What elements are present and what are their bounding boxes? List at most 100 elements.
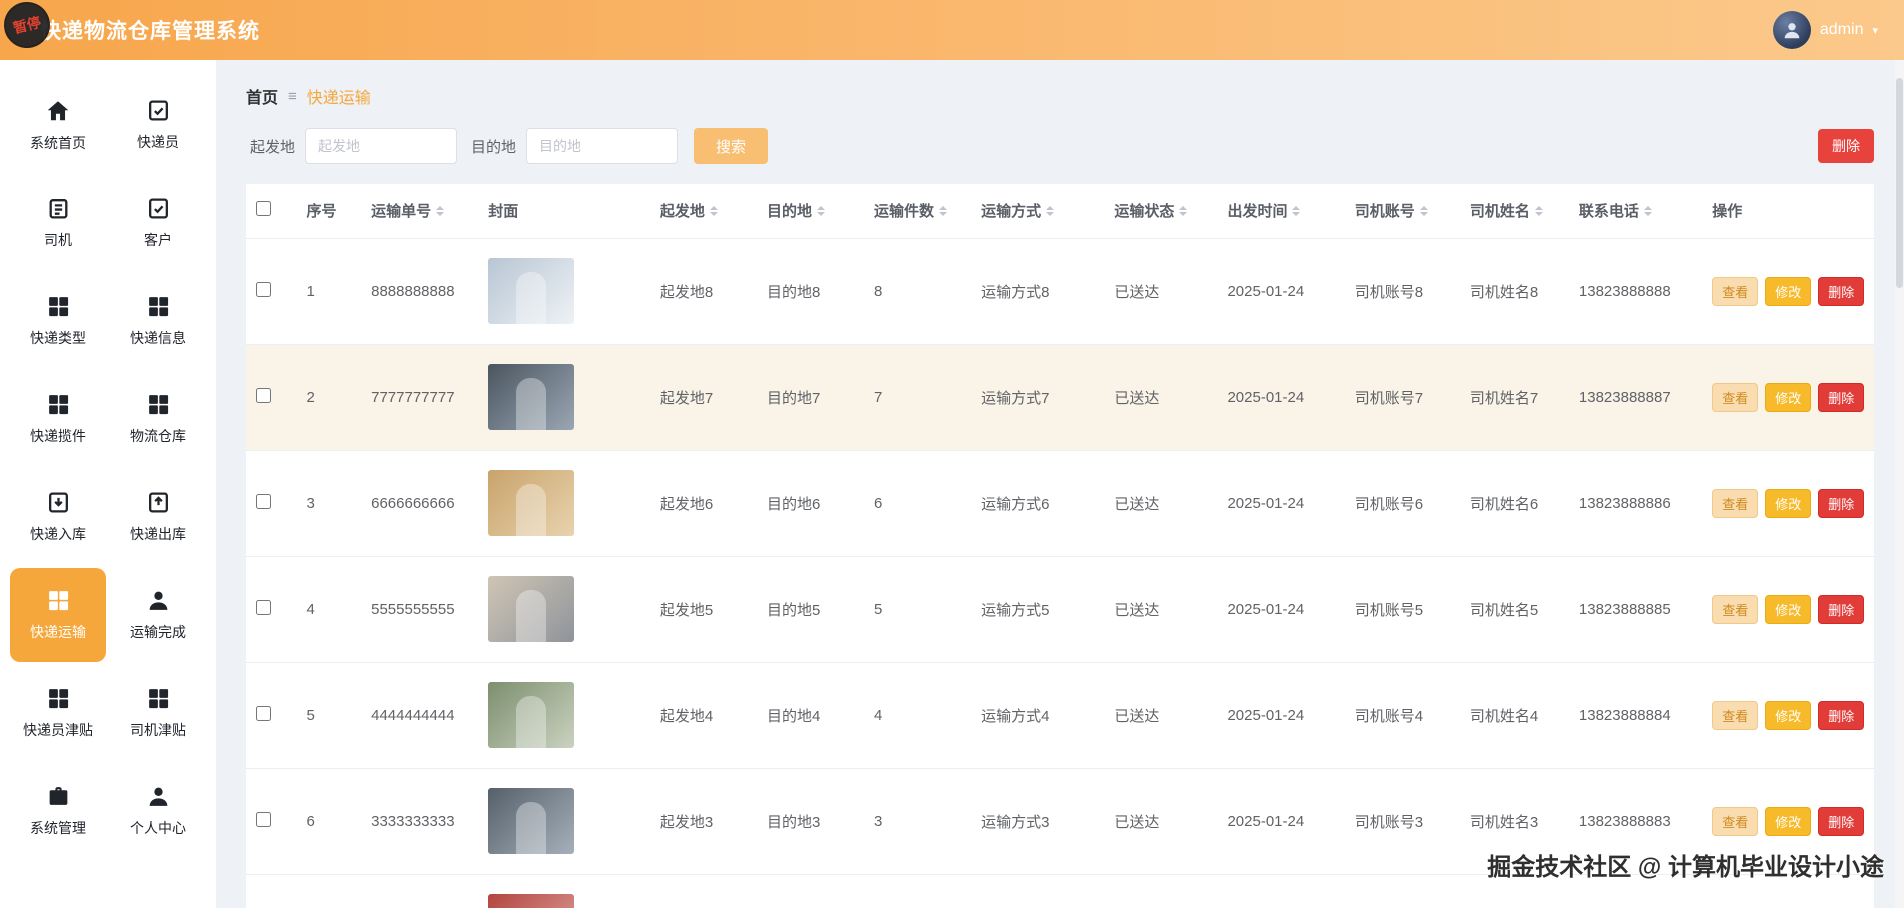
cell-origin: 起发地4	[649, 662, 757, 769]
sort-caret-icon[interactable]	[816, 202, 825, 220]
sidebar-item-5[interactable]: 快递信息	[110, 274, 206, 368]
column-header[interactable]: 起发地	[649, 184, 757, 239]
column-header[interactable]: 司机账号	[1344, 184, 1460, 239]
avatar[interactable]	[1772, 11, 1811, 49]
sort-caret-icon[interactable]	[1292, 202, 1301, 220]
sidebar-item-label: 快递出库	[130, 526, 186, 542]
sidebar-item-12[interactable]: 快递员津贴	[10, 666, 106, 760]
cover-image[interactable]	[488, 470, 575, 536]
column-header[interactable]: 运输件数	[864, 184, 972, 239]
view-button[interactable]: 查看	[1712, 276, 1759, 306]
profile-icon	[146, 784, 171, 809]
check-doc-icon	[146, 98, 171, 123]
cell-method: 运输方式5	[971, 556, 1105, 663]
sort-caret-icon[interactable]	[1046, 202, 1055, 220]
cell-seq: 1	[296, 238, 362, 345]
edit-button[interactable]: 修改	[1765, 806, 1812, 836]
delete-button[interactable]: 删除	[1818, 700, 1865, 730]
cell-count: 4	[864, 662, 972, 769]
sidebar-item-7[interactable]: 物流仓库	[110, 372, 206, 466]
user-menu[interactable]: admin ▾	[1772, 11, 1878, 49]
cell-phone: 13823888887	[1568, 344, 1703, 451]
column-header[interactable]: 运输方式	[971, 184, 1105, 239]
scrollbar[interactable]	[1895, 60, 1904, 908]
sidebar-item-11[interactable]: 运输完成	[110, 568, 206, 662]
sort-caret-icon[interactable]	[1419, 202, 1428, 220]
edit-button[interactable]: 修改	[1765, 594, 1812, 624]
table-row: 5 4444444444 起发地4 目的地4 4 运输方式4 已送达 2025-01-24 司机…	[246, 662, 1874, 769]
row-checkbox[interactable]	[256, 493, 271, 509]
column-header[interactable]: 司机姓名	[1459, 184, 1569, 239]
origin-filter-input[interactable]	[305, 128, 458, 164]
sidebar-item-0[interactable]: 系统首页	[10, 78, 106, 172]
sidebar-item-10[interactable]: 快递运输	[10, 568, 106, 662]
row-checkbox[interactable]	[256, 811, 271, 827]
sort-caret-icon[interactable]	[1534, 202, 1543, 220]
view-button[interactable]: 查看	[1712, 382, 1759, 412]
cover-image[interactable]	[488, 576, 575, 642]
edit-button[interactable]: 修改	[1765, 276, 1812, 306]
row-checkbox[interactable]	[256, 705, 271, 721]
grid-icon	[146, 392, 171, 417]
cover-image[interactable]	[488, 788, 575, 854]
edit-button[interactable]: 修改	[1765, 700, 1812, 730]
sort-caret-icon[interactable]	[436, 202, 445, 220]
dest-filter-input[interactable]	[526, 128, 679, 164]
cover-image[interactable]	[488, 258, 575, 324]
cell-depart-date: 2025-01-24	[1217, 556, 1345, 663]
app-title: 快递物流仓库管理系统	[40, 20, 260, 43]
sidebar-item-3[interactable]: 客户	[110, 176, 206, 270]
cover-image[interactable]	[488, 364, 575, 430]
sort-caret-icon[interactable]	[709, 202, 718, 220]
delete-button[interactable]: 删除	[1818, 382, 1865, 412]
sort-caret-icon[interactable]	[1643, 202, 1652, 220]
column-header[interactable]: 运输状态	[1104, 184, 1218, 239]
cell-driver-account: 司机账号5	[1344, 556, 1460, 663]
search-button[interactable]: 搜索	[694, 128, 769, 164]
breadcrumb-home[interactable]: 首页	[246, 84, 278, 108]
view-button[interactable]: 查看	[1712, 488, 1759, 518]
edit-button[interactable]: 修改	[1765, 488, 1812, 518]
person-icon	[146, 588, 171, 613]
bulk-delete-button[interactable]: 删除	[1818, 129, 1874, 163]
sidebar-item-4[interactable]: 快递类型	[10, 274, 106, 368]
cell-driver-name: 司机姓名7	[1459, 344, 1569, 451]
sidebar-item-1[interactable]: 快递员	[110, 78, 206, 172]
column-header[interactable]: 出发时间	[1217, 184, 1345, 239]
delete-button[interactable]: 删除	[1818, 276, 1865, 306]
column-header[interactable]: 运输单号	[361, 184, 479, 239]
cell-driver-account: 司机账号6	[1344, 450, 1460, 557]
cover-image[interactable]	[488, 894, 575, 908]
sidebar-item-6[interactable]: 快递揽件	[10, 372, 106, 466]
delete-button[interactable]: 删除	[1818, 594, 1865, 624]
cell-origin: 起发地6	[649, 450, 757, 557]
cell-status: 已送达	[1104, 662, 1218, 769]
sidebar-item-13[interactable]: 司机津贴	[110, 666, 206, 760]
delete-button[interactable]: 删除	[1818, 806, 1865, 836]
column-header[interactable]: 目的地	[756, 184, 865, 239]
sort-caret-icon[interactable]	[1179, 202, 1188, 220]
select-all-checkbox[interactable]	[256, 201, 271, 217]
sidebar-item-14[interactable]: 系统管理	[10, 764, 106, 858]
view-button[interactable]: 查看	[1712, 700, 1759, 730]
cell-dest: 目的地6	[756, 450, 865, 557]
view-button[interactable]: 查看	[1712, 806, 1759, 836]
delete-button[interactable]: 删除	[1818, 488, 1865, 518]
cover-image[interactable]	[488, 682, 575, 748]
cell-method: 运输方式6	[971, 450, 1105, 557]
row-checkbox[interactable]	[256, 387, 271, 403]
column-header[interactable]: 联系电话	[1568, 184, 1703, 239]
cell-phone: 13823888885	[1568, 556, 1703, 663]
sort-caret-icon[interactable]	[939, 202, 948, 220]
sidebar-item-15[interactable]: 个人中心	[110, 764, 206, 858]
view-button[interactable]: 查看	[1712, 594, 1759, 624]
sidebar-item-label: 快递揽件	[30, 428, 86, 444]
scrollbar-thumb[interactable]	[1896, 78, 1903, 288]
sidebar-item-2[interactable]: 司机	[10, 176, 106, 270]
row-checkbox[interactable]	[256, 281, 271, 297]
sidebar-item-9[interactable]: 快递出库	[110, 470, 206, 564]
edit-button[interactable]: 修改	[1765, 382, 1812, 412]
sidebar-item-8[interactable]: 快递入库	[10, 470, 106, 564]
cell-status: 已送达	[1104, 450, 1218, 557]
row-checkbox[interactable]	[256, 599, 271, 615]
